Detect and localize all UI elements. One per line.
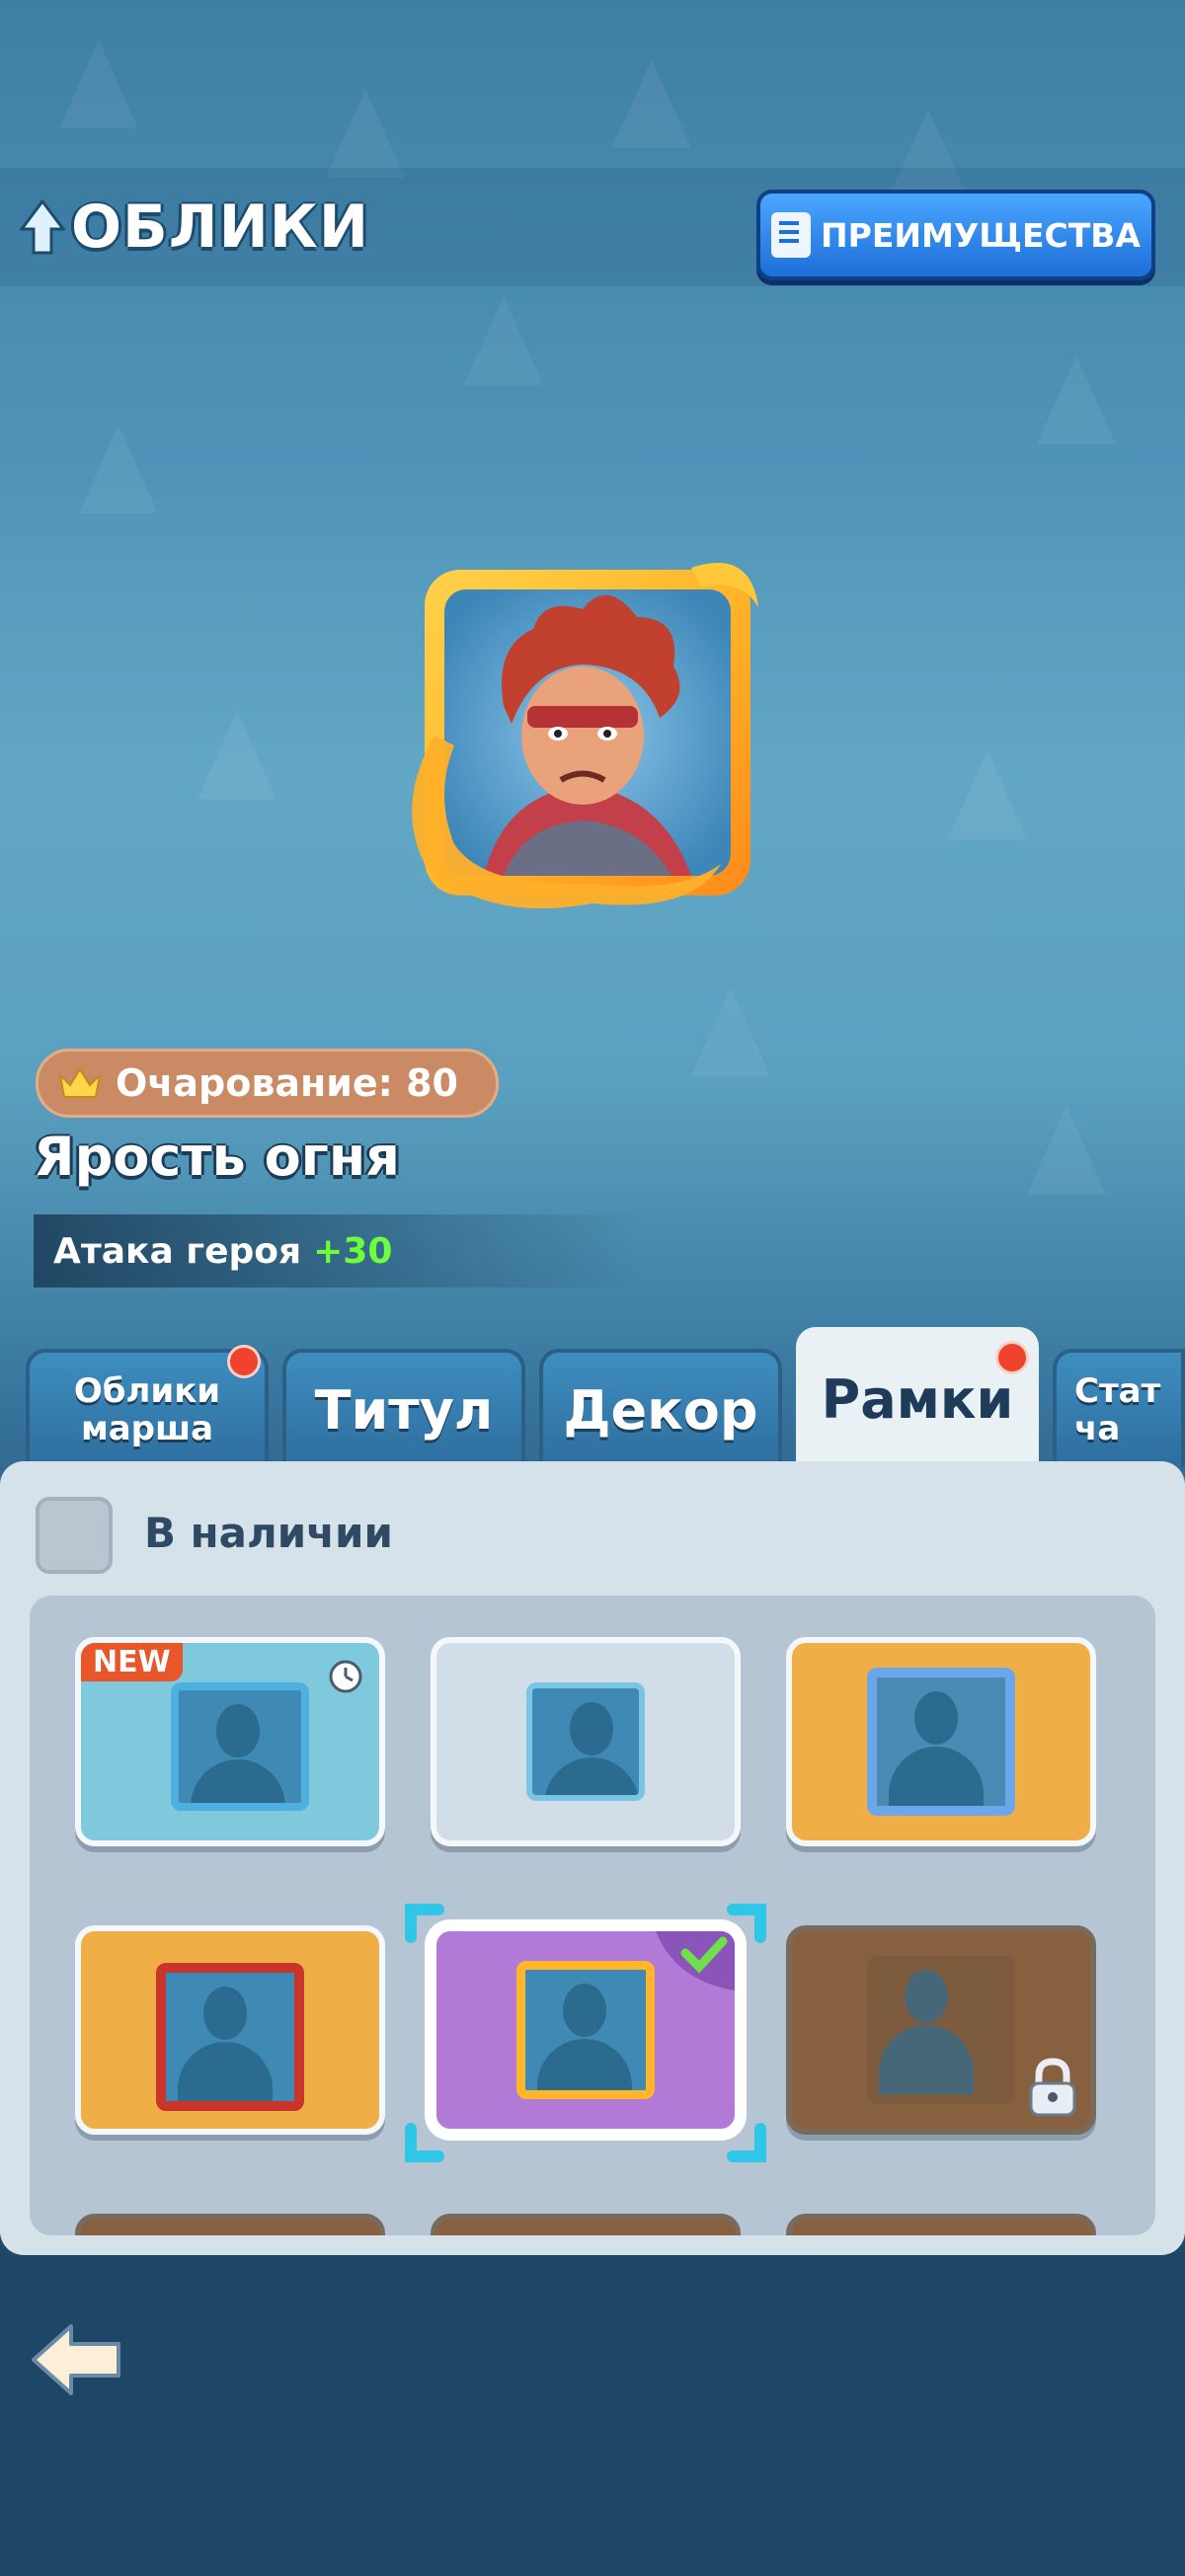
category-tabs: Облики марша Титул Декор Рамки Стат ча [0,1323,1185,1467]
page-title-text: ОБЛИКИ [71,193,370,262]
crown-icon [58,1067,102,1098]
frame-ice-dragon[interactable] [786,1637,1096,1846]
frame-chinese-lion[interactable] [75,1925,385,2135]
advantages-button-label: ПРЕИМУЩЕСТВА [821,215,1141,255]
charm-badge: Очарование: 80 [36,1049,499,1118]
tab-frames[interactable]: Рамки [796,1327,1039,1467]
avatar-silhouette [867,1956,1015,2104]
frame-basic[interactable] [431,1637,741,1846]
frame-partial[interactable] [786,2214,1096,2235]
frame-tropical[interactable] [786,1925,1096,2135]
back-arrow-icon[interactable] [28,2320,126,2399]
tab-label: Декор [563,1378,758,1442]
notification-dot [995,1341,1029,1374]
page-title: ОБЛИКИ [20,193,369,262]
available-checkbox[interactable] [36,1497,113,1574]
tab-march-skins[interactable]: Облики марша [26,1345,269,1467]
tab-stats[interactable]: Стат ча [1053,1349,1185,1467]
avatar-silhouette [156,1963,304,2111]
hero-portrait [412,563,758,908]
document-search-icon [771,212,812,258]
timer-icon [329,1660,362,1693]
avatar-silhouette [526,1682,645,1801]
frame-partial[interactable] [431,2214,741,2235]
advantages-button[interactable]: ПРЕИМУЩЕСТВА [756,190,1155,280]
frame-ocean[interactable]: NEW [75,1637,385,1846]
avatar-silhouette [171,1682,309,1811]
lock-icon [1029,2058,1076,2117]
selection-brackets [405,1904,766,2162]
bottom-bar [0,2255,1185,2576]
new-badge: NEW [81,1643,183,1681]
tab-label: Облики марша [73,1371,221,1448]
attribute-label: Атака героя [53,1230,302,1272]
attribute-value: +30 [313,1230,393,1272]
skin-name: Ярость огня [34,1126,400,1188]
tab-label: Титул [314,1378,494,1442]
tab-label: Рамки [821,1367,1014,1431]
frame-partial[interactable] [75,2214,385,2235]
avatar-silhouette [867,1668,1015,1816]
available-label: В наличии [144,1509,393,1557]
tab-decor[interactable]: Декор [539,1349,782,1467]
attribute-bonus: Атака героя +30 [34,1214,646,1288]
pine-up-icon [20,199,65,255]
notification-dot [227,1345,261,1378]
tab-label: Стат ча [1074,1371,1161,1448]
charm-text: Очарование: 80 [116,1061,458,1105]
tab-title[interactable]: Титул [282,1349,525,1467]
